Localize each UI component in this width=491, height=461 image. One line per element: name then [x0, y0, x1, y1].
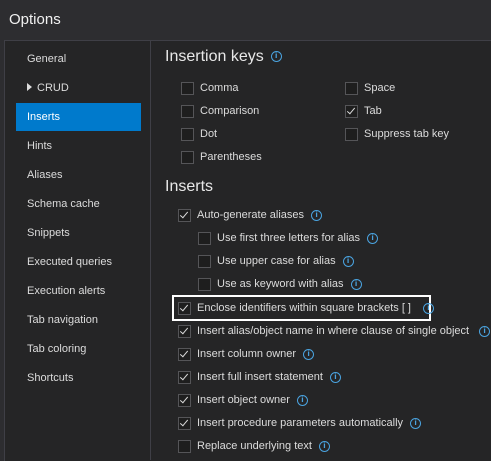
sidebar-item-label: Schema cache: [27, 198, 100, 210]
sidebar-divider: [150, 40, 151, 460]
checkbox-box[interactable]: [198, 231, 211, 245]
checkbox-auto-generate-aliases[interactable]: Auto-generate aliases i: [178, 207, 323, 223]
checkbox-box[interactable]: [198, 254, 211, 268]
sidebar-item-general[interactable]: General: [16, 45, 141, 73]
checkbox-label: Space: [364, 82, 396, 94]
sidebar-item-label: Snippets: [27, 227, 70, 239]
info-icon[interactable]: i: [350, 278, 362, 290]
checkbox-box[interactable]: [178, 416, 191, 430]
sidebar-item-aliases[interactable]: Aliases: [16, 161, 141, 189]
checkbox-label: Use as keyword with alias: [217, 278, 344, 290]
sidebar-item-label: Executed queries: [27, 256, 112, 268]
info-icon[interactable]: i: [329, 371, 341, 383]
checkbox-box[interactable]: [345, 104, 358, 118]
checkbox-box[interactable]: [178, 208, 191, 222]
checkbox-box[interactable]: [178, 324, 191, 338]
sidebar-item-label: Inserts: [27, 111, 61, 123]
checkbox-insert-column-owner[interactable]: Insert column owner i: [178, 346, 315, 362]
sidebar-item-crud[interactable]: CRUD: [16, 74, 141, 102]
checkbox-insert-object-owner[interactable]: Insert object owner i: [178, 392, 308, 408]
checkbox-box[interactable]: [345, 127, 358, 141]
checkbox-label: Use upper case for alias: [217, 255, 336, 267]
section-heading-text: Inserts: [165, 178, 214, 195]
sidebar-item-label: Shortcuts: [27, 372, 74, 384]
sidebar-item-label: General: [27, 53, 67, 65]
checkbox-box[interactable]: [345, 81, 358, 95]
sidebar-item-inserts[interactable]: Inserts: [16, 103, 141, 131]
sidebar-item-label: CRUD: [37, 82, 69, 94]
sidebar-item-tab-navigation[interactable]: Tab navigation: [16, 306, 141, 334]
info-icon[interactable]: i: [423, 302, 434, 314]
checkbox-use-first-three-letters[interactable]: Use first three letters for alias i: [198, 230, 379, 246]
checkbox-box[interactable]: [178, 347, 191, 361]
checkbox-label: Comparison: [200, 105, 260, 117]
checkbox-dot[interactable]: Dot: [181, 126, 217, 142]
checkbox-comma[interactable]: Comma: [181, 80, 239, 96]
checkbox-label: Insert procedure parameters automaticall…: [197, 417, 404, 429]
checkbox-comparison[interactable]: Comparison: [181, 103, 259, 119]
info-icon[interactable]: i: [479, 325, 491, 337]
section-heading-text: Insertion keys: [165, 48, 264, 65]
checkbox-replace-underlying-text[interactable]: Replace underlying text i: [178, 438, 330, 454]
checkbox-label: Suppress tab key: [364, 128, 449, 140]
checkbox-label: Insert column owner: [197, 348, 297, 360]
checkbox-parentheses[interactable]: Parentheses: [181, 149, 262, 165]
checkbox-box[interactable]: [198, 277, 211, 291]
checkbox-box[interactable]: [181, 104, 194, 118]
sidebar-item-label: Aliases: [27, 169, 63, 181]
sidebar-item-label: Tab coloring: [27, 343, 87, 355]
window-title: Options: [9, 11, 61, 28]
checkbox-enclose-identifiers[interactable]: Enclose identifiers within square bracke…: [178, 300, 434, 316]
sidebar-item-execution-alerts[interactable]: Execution alerts: [16, 277, 141, 305]
checkbox-box[interactable]: [178, 439, 191, 453]
sidebar-item-label: Hints: [27, 140, 53, 152]
sidebar-item-shortcuts[interactable]: Shortcuts: [16, 364, 141, 392]
title-bar: Options: [0, 0, 491, 40]
sidebar-item-hints[interactable]: Hints: [16, 132, 141, 160]
info-icon[interactable]: i: [270, 51, 282, 63]
info-icon[interactable]: i: [318, 440, 330, 452]
checkbox-label: Tab: [364, 105, 382, 117]
inserts-heading: Inserts: [165, 178, 213, 196]
sidebar-item-executed-queries[interactable]: Executed queries: [16, 248, 141, 276]
checkbox-box[interactable]: [181, 127, 194, 141]
checkbox-tab[interactable]: Tab: [345, 103, 382, 119]
sidebar-item-label: Tab navigation: [27, 314, 98, 326]
checkbox-label: Auto-generate aliases: [197, 209, 305, 221]
checkbox-label: Insert object owner: [197, 394, 290, 406]
sidebar-item-snippets[interactable]: Snippets: [16, 219, 141, 247]
insertion-keys-heading: Insertion keys i: [165, 48, 282, 66]
checkbox-label: Use first three letters for alias: [217, 232, 361, 244]
expand-triangle-icon[interactable]: [27, 83, 32, 91]
checkbox-space[interactable]: Space: [345, 80, 395, 96]
checkbox-label: Insert alias/object name in where clause…: [197, 325, 470, 337]
info-icon[interactable]: i: [367, 232, 379, 244]
checkbox-label: Replace underlying text: [197, 440, 312, 452]
checkbox-suppress-tab-key[interactable]: Suppress tab key: [345, 126, 449, 142]
sidebar: General CRUD Inserts Hints Aliases Schem…: [4, 40, 149, 460]
info-icon[interactable]: i: [342, 255, 354, 267]
checkbox-label: Parentheses: [200, 151, 262, 163]
checkbox-box[interactable]: [181, 150, 194, 164]
checkbox-label: Insert full insert statement: [197, 371, 323, 383]
checkbox-label: Dot: [200, 128, 218, 140]
sidebar-item-label: Execution alerts: [27, 285, 106, 297]
sidebar-item-schema-cache[interactable]: Schema cache: [16, 190, 141, 218]
info-icon[interactable]: i: [311, 209, 323, 221]
checkbox-box[interactable]: [178, 393, 191, 407]
checkbox-insert-procedure-parameters[interactable]: Insert procedure parameters automaticall…: [178, 415, 422, 431]
checkbox-insert-full-statement[interactable]: Insert full insert statement i: [178, 369, 341, 385]
checkbox-use-upper-case[interactable]: Use upper case for alias i: [198, 253, 354, 269]
checkbox-label: Enclose identifiers within square bracke…: [197, 302, 411, 314]
checkbox-box[interactable]: [181, 81, 194, 95]
checkbox-box[interactable]: [178, 370, 191, 384]
checkbox-label: Comma: [200, 82, 239, 94]
info-icon[interactable]: i: [410, 417, 422, 429]
checkbox-box[interactable]: [178, 301, 191, 315]
info-icon[interactable]: i: [296, 394, 308, 406]
info-icon[interactable]: i: [303, 348, 315, 360]
checkbox-insert-alias-object-name[interactable]: Insert alias/object name in where clause…: [178, 323, 491, 339]
checkbox-use-as-keyword[interactable]: Use as keyword with alias i: [198, 276, 362, 292]
sidebar-item-tab-coloring[interactable]: Tab coloring: [16, 335, 141, 363]
